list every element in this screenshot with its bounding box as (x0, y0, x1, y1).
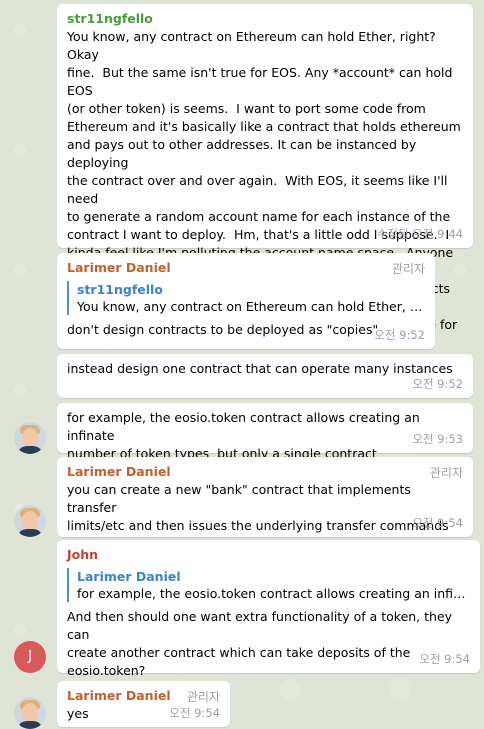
sender-name[interactable]: Larimer Daniel (67, 463, 463, 481)
message-bubble[interactable]: Larimer Daniel 관리자 you can create a new … (57, 457, 473, 537)
message-bubble[interactable]: Larimer Daniel 관리자 str11ngfello You know… (57, 253, 435, 349)
avatar[interactable]: J (14, 641, 46, 673)
sender-name[interactable]: John (67, 546, 470, 564)
message-time: 오전 9:52 (374, 328, 425, 342)
reply-sender: Larimer Daniel (77, 569, 181, 584)
message-bubble[interactable]: John Larimer Daniel for example, the eos… (57, 540, 480, 678)
message-text: you can create a new "bank" contract tha… (67, 482, 449, 533)
message-time: 오전 9:54 (419, 652, 470, 666)
avatar[interactable] (14, 422, 46, 454)
message-text: And then should one want extra functiona… (67, 609, 453, 678)
message-text: for example, the eosio.token contract al… (67, 410, 420, 461)
message-bubble[interactable]: str11ngfello You know, any contract on E… (57, 4, 473, 350)
message-bubble[interactable]: instead design one contract that can ope… (57, 354, 473, 398)
reply-sender: str11ngfello (77, 282, 163, 297)
message-text: don't design contracts to be deployed as… (67, 322, 379, 337)
message-time: 오전 9:53 (412, 432, 463, 446)
message-time: 오전 9:54 (169, 706, 220, 720)
message-bubble[interactable]: Larimer Daniel 관리자 yes 오전 9:54 (57, 681, 230, 727)
admin-badge: 관리자 (391, 262, 425, 276)
message-bubble[interactable]: for example, the eosio.token contract al… (57, 403, 473, 461)
avatar[interactable] (14, 697, 46, 729)
sender-name[interactable]: str11ngfello (67, 10, 463, 28)
message-time: 오전 9:54 (412, 516, 463, 530)
reply-quote[interactable]: str11ngfello You know, any contract on E… (67, 281, 425, 315)
admin-badge: 관리자 (429, 466, 463, 480)
message-time: 수정됨 오전 9:44 (376, 227, 463, 241)
message-time: 오전 9:52 (412, 377, 463, 391)
reply-text: You know, any contract on Ethereum can h… (77, 299, 425, 314)
sender-name[interactable]: Larimer Daniel (67, 259, 425, 277)
avatar[interactable] (14, 505, 46, 537)
reply-text: for example, the eosio.token contract al… (77, 586, 470, 601)
message-text: instead design one contract that can ope… (67, 361, 453, 376)
reply-quote[interactable]: Larimer Daniel for example, the eosio.to… (67, 568, 470, 602)
